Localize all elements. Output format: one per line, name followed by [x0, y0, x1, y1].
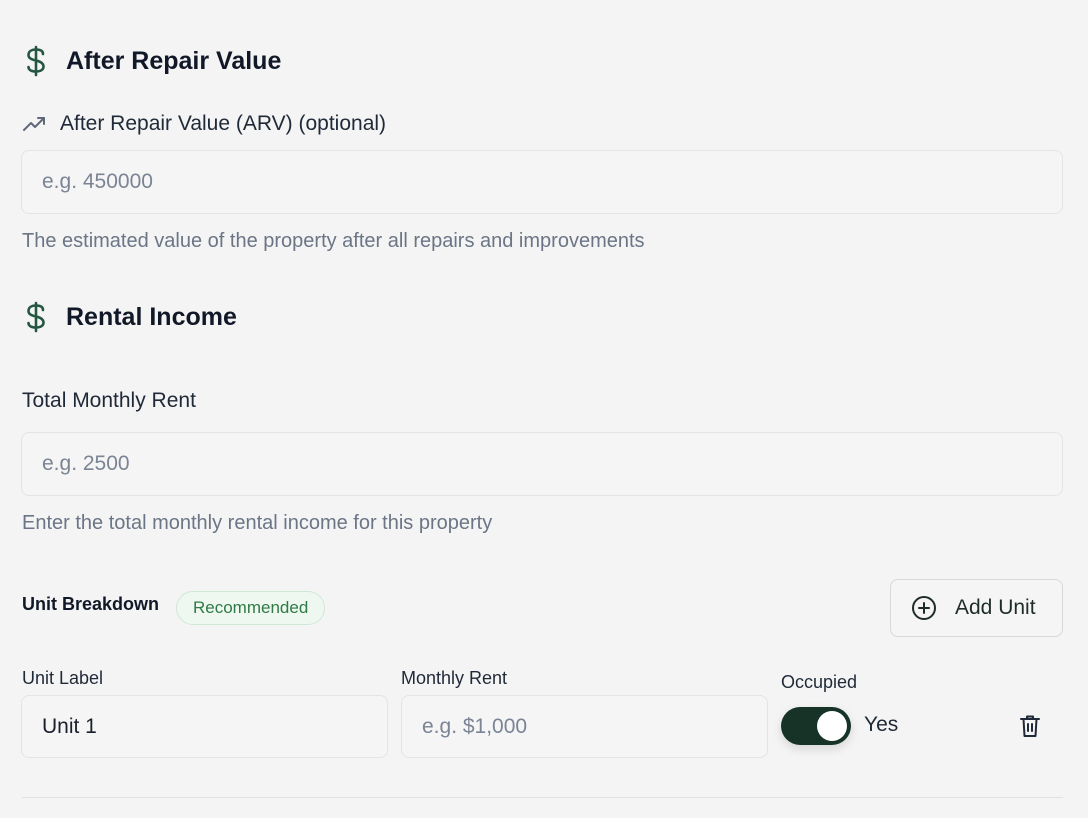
- arv-section-title: After Repair Value: [22, 44, 281, 78]
- dollar-icon: [22, 44, 50, 78]
- unit-rent-placeholder: e.g. $1,000: [422, 714, 528, 738]
- add-unit-button[interactable]: Add Unit: [890, 579, 1063, 637]
- arv-input[interactable]: e.g. 450000: [21, 150, 1063, 214]
- unit-breakdown-title: Unit Breakdown: [22, 594, 160, 614]
- arv-helper-text: The estimated value of the property afte…: [22, 230, 645, 252]
- occupied-toggle[interactable]: [781, 707, 851, 745]
- monthly-rent-column: Monthly Rent: [401, 668, 508, 688]
- add-unit-label: Add Unit: [955, 596, 1036, 619]
- unit-label-value: Unit 1: [42, 714, 97, 738]
- section-title-text: Rental Income: [66, 302, 237, 331]
- toggle-knob: [817, 711, 847, 741]
- plus-circle-icon: [911, 595, 937, 621]
- unit-label-input[interactable]: Unit 1: [21, 695, 388, 758]
- rental-section-title: Rental Income: [22, 300, 237, 334]
- rent-helper-text: Enter the total monthly rental income fo…: [22, 512, 493, 534]
- occupied-column: Occupied: [781, 672, 858, 692]
- arv-input-placeholder: e.g. 450000: [42, 170, 153, 193]
- total-rent-placeholder: e.g. 2500: [42, 452, 130, 475]
- trending-up-icon: [22, 114, 48, 134]
- unit-label-column: Unit Label: [22, 668, 104, 688]
- recommended-badge: Recommended: [176, 591, 326, 625]
- total-rent-input[interactable]: e.g. 2500: [21, 432, 1063, 496]
- section-title-text: After Repair Value: [66, 46, 282, 75]
- dollar-icon: [22, 300, 50, 334]
- row-divider: [22, 797, 1063, 798]
- arv-field-label: After Repair Value (ARV) (optional): [22, 112, 386, 136]
- occupied-value: Yes: [864, 713, 899, 736]
- arv-label-text: After Repair Value (ARV) (optional): [60, 112, 387, 135]
- rent-field-label: Total Monthly Rent: [22, 389, 196, 412]
- trash-icon[interactable]: [1018, 713, 1042, 739]
- unit-rent-input[interactable]: e.g. $1,000: [401, 695, 768, 758]
